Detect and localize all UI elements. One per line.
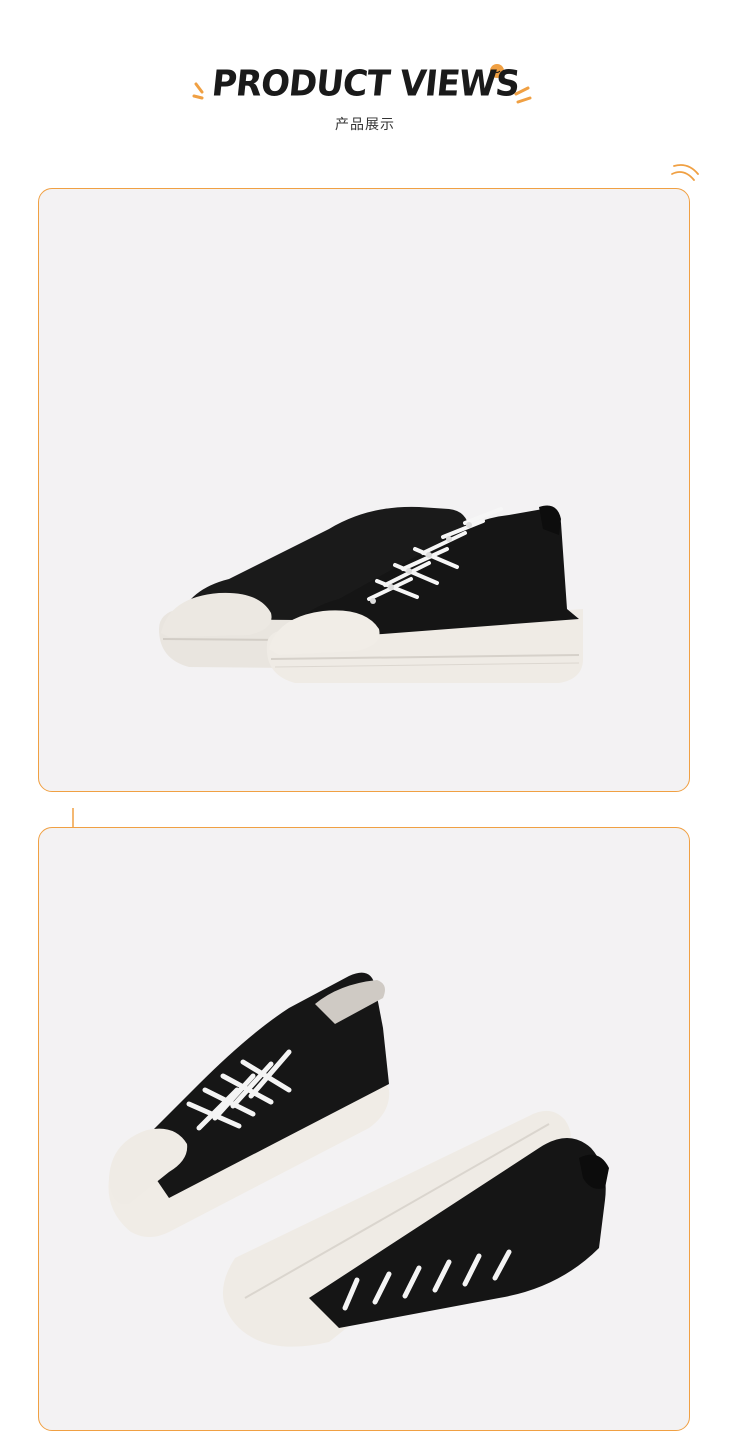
shoe-pair-top-image [108, 972, 609, 1347]
shoe-pair-front-image [159, 505, 583, 683]
section-header: PRODUCT VIEWS 产品展示 [0, 54, 730, 144]
page-subtitle: 产品展示 [335, 117, 395, 133]
page-title: PRODUCT VIEWS [209, 63, 521, 105]
product-view-frame-2 [38, 827, 690, 1431]
product-view-frame-1 [38, 188, 690, 792]
upper-shoe [108, 972, 390, 1237]
